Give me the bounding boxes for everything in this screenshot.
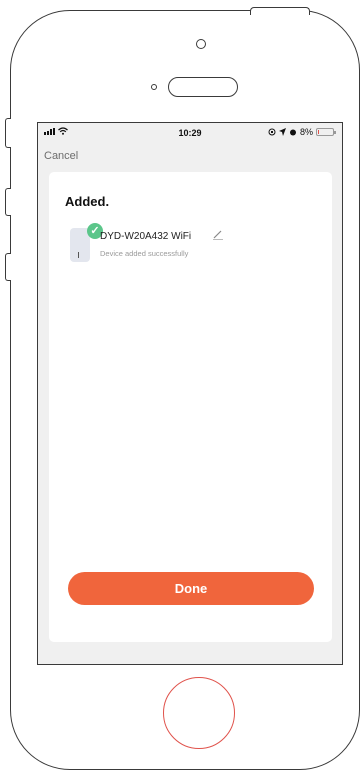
- home-button[interactable]: [163, 677, 235, 749]
- page-title: Added.: [65, 194, 110, 209]
- device-image: ✓: [70, 223, 103, 262]
- app-screen: 10:29 8% Cancel Added. ✓ DYD-W20A432 WiF…: [37, 122, 343, 665]
- done-button[interactable]: Done: [68, 572, 314, 605]
- front-camera: [196, 39, 206, 49]
- earpiece-speaker: [168, 77, 238, 97]
- volume-down-button[interactable]: [5, 253, 11, 281]
- power-button[interactable]: [250, 7, 310, 15]
- alarm-icon: [289, 129, 296, 136]
- battery-icon: [316, 128, 336, 136]
- result-card: Added. ✓ DYD-W20A432 WiFi Device added s…: [49, 172, 332, 642]
- proximity-sensor: [151, 84, 157, 90]
- mute-switch[interactable]: [5, 118, 11, 148]
- status-bar: 10:29 8%: [38, 123, 342, 143]
- pencil-icon[interactable]: [212, 230, 224, 240]
- battery-percent: 8%: [299, 127, 313, 137]
- done-button-label: Done: [174, 581, 208, 596]
- device-status: Device added successfully: [100, 249, 189, 258]
- cancel-button[interactable]: Cancel: [44, 150, 78, 162]
- device-name: DYD-W20A432 WiFi: [100, 231, 192, 242]
- orientation-lock-icon: [268, 128, 276, 136]
- location-icon: [278, 128, 286, 136]
- volume-up-button[interactable]: [5, 188, 11, 216]
